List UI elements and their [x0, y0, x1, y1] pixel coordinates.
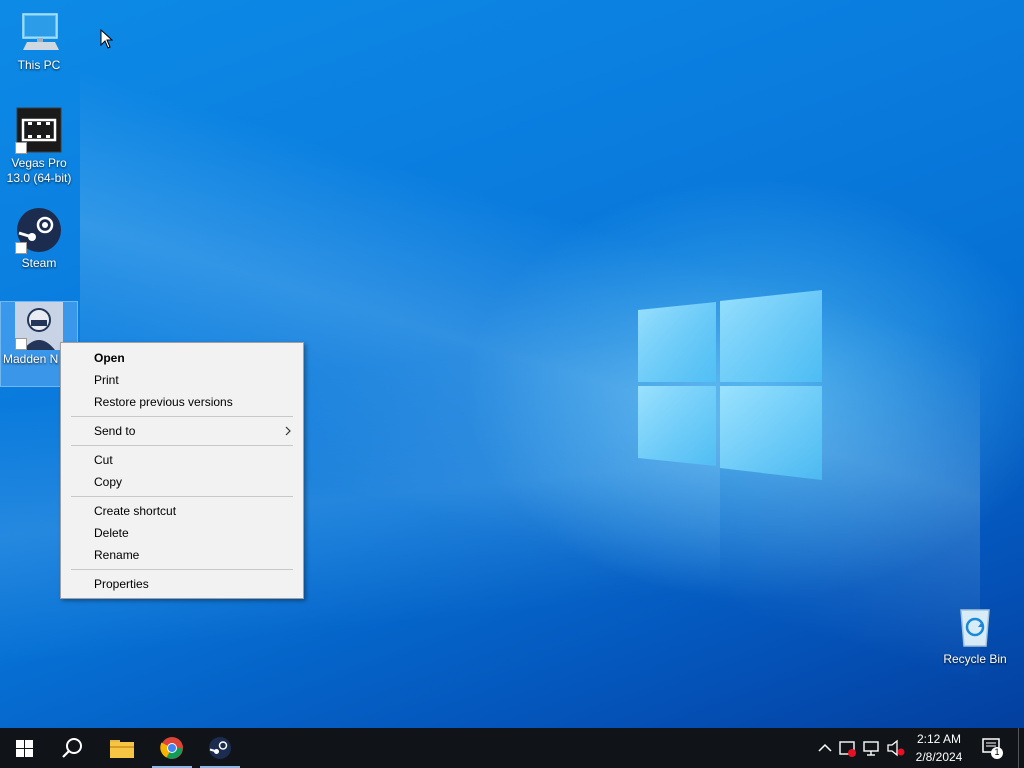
taskbar-steam[interactable] — [196, 728, 244, 768]
menu-separator — [71, 416, 293, 417]
menu-item-properties[interactable]: Properties — [61, 573, 303, 595]
steam-icon — [15, 206, 63, 254]
clock-date: 2/8/2024 — [915, 750, 963, 764]
windows-logo-wallpaper — [638, 290, 822, 480]
taskbar-chrome[interactable] — [148, 728, 196, 768]
shortcut-arrow-icon — [15, 242, 27, 254]
menu-item-delete[interactable]: Delete — [61, 522, 303, 544]
show-desktop-button[interactable] — [1018, 728, 1024, 768]
recycle-bin-icon — [951, 602, 999, 650]
menu-item-print[interactable]: Print — [61, 369, 303, 391]
desktop-icon-label: Steam — [21, 256, 57, 270]
notification-icon — [982, 738, 1003, 759]
this-pc-icon — [15, 8, 63, 56]
desktop-icon-recycle-bin[interactable]: Recycle Bin — [937, 602, 1013, 667]
security-warning-icon[interactable] — [838, 738, 858, 758]
shortcut-arrow-icon — [15, 338, 27, 350]
taskbar-file-explorer[interactable] — [98, 728, 146, 768]
menu-item-create-shortcut[interactable]: Create shortcut — [61, 500, 303, 522]
menu-item-restore-previous-versions[interactable]: Restore previous versions — [61, 391, 303, 413]
context-menu: Open Print Restore previous versions Sen… — [60, 342, 304, 599]
search-button[interactable] — [48, 728, 96, 768]
desktop-icon-vegas-pro[interactable]: Vegas Pro 13.0 (64-bit) — [1, 106, 77, 186]
menu-item-cut[interactable]: Cut — [61, 449, 303, 471]
file-explorer-icon — [110, 740, 134, 758]
menu-item-rename[interactable]: Rename — [61, 544, 303, 566]
menu-item-copy[interactable]: Copy — [61, 471, 303, 493]
menu-separator — [71, 445, 293, 446]
menu-item-open[interactable]: Open — [61, 347, 303, 369]
desktop-icon-label: This PC — [17, 58, 61, 72]
desktop-icon-this-pc[interactable]: This PC — [1, 8, 77, 73]
menu-separator — [71, 569, 293, 570]
start-button[interactable] — [0, 728, 48, 768]
desktop-icon-label: Recycle Bin — [943, 652, 1007, 666]
volume-muted-icon[interactable] — [886, 738, 906, 758]
shortcut-arrow-icon — [15, 142, 27, 154]
chevron-right-icon — [285, 426, 291, 436]
menu-item-send-to[interactable]: Send to — [61, 420, 303, 442]
steam-icon — [209, 737, 231, 759]
desktop-icon-label: Vegas Pro 13.0 (64-bit) — [6, 156, 72, 185]
vegas-pro-icon — [15, 106, 63, 154]
chrome-icon — [160, 737, 183, 759]
notification-count-badge: 1 — [994, 747, 1000, 757]
action-center-button[interactable]: 1 — [980, 736, 1004, 760]
clock-time: 2:12 AM — [916, 732, 962, 746]
desktop-icon-steam[interactable]: Steam — [1, 206, 77, 271]
start-icon — [16, 740, 33, 757]
search-icon — [62, 738, 82, 758]
taskbar: 2:12 AM 2/8/2024 1 — [0, 728, 1024, 768]
desktop[interactable]: This PC Vegas Pro 13.0 (64-bit) Steam Ma… — [0, 0, 1024, 728]
menu-separator — [71, 496, 293, 497]
network-icon[interactable] — [862, 738, 882, 758]
taskbar-clock[interactable]: 2:12 AM 2/8/2024 — [906, 730, 972, 766]
show-hidden-icons-chevron[interactable] — [815, 738, 835, 758]
madden-icon — [15, 302, 63, 350]
mouse-cursor-icon — [100, 29, 114, 49]
